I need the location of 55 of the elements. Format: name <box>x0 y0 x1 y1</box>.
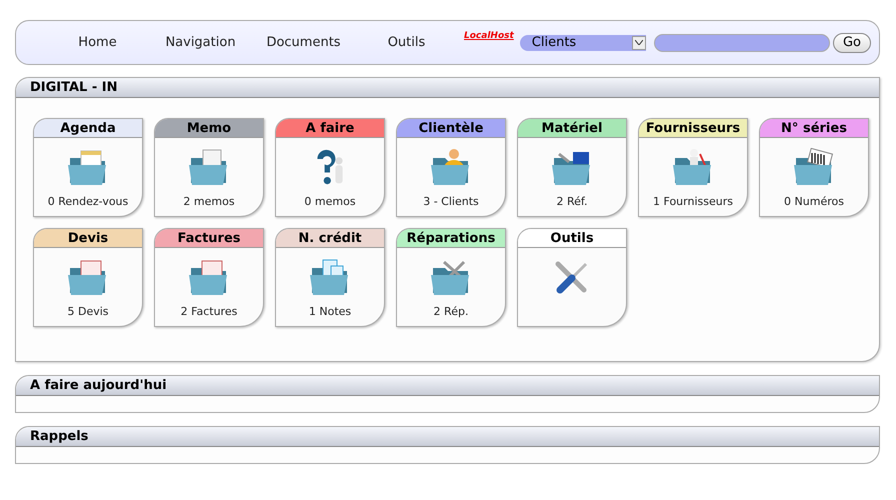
module-tile[interactable]: A faire 0 memos <box>275 118 385 217</box>
module-tile[interactable]: N. crédit 1 Notes <box>275 228 385 327</box>
module-tile[interactable]: Fournisseurs 1 Fournisseurs <box>638 118 748 217</box>
tile-title: Réparations <box>397 229 505 248</box>
category-select[interactable]: Clients <box>520 34 646 50</box>
tile-caption: 2 Rép. <box>434 304 468 320</box>
tile-title: Devis <box>34 229 142 248</box>
nav-link[interactable]: Documents <box>266 32 341 52</box>
module-tile[interactable]: N° séries 0 Numéros <box>759 118 869 217</box>
folder-icon <box>67 148 109 188</box>
tile-title: Agenda <box>34 119 142 138</box>
folder-icon <box>430 258 472 298</box>
tile-title: Memo <box>155 119 263 138</box>
tile-caption: 2 Factures <box>180 304 238 320</box>
tile-title: A faire <box>276 119 384 138</box>
tile-title: Matériel <box>518 119 626 138</box>
panel-header: A faire aujourd'hui <box>16 376 879 396</box>
folder-icon <box>672 148 714 188</box>
folder-icon <box>430 148 472 188</box>
module-tile[interactable]: Agenda 0 Rendez-vous <box>33 118 143 217</box>
go-button[interactable]: Go <box>832 32 871 52</box>
module-tile[interactable]: Réparations 2 Rép. <box>396 228 506 327</box>
folder-icon <box>67 258 109 298</box>
tile-title: Fournisseurs <box>639 119 747 138</box>
module-tile[interactable]: Devis 5 Devis <box>33 228 143 327</box>
tile-caption: 1 Fournisseurs <box>653 194 733 210</box>
folder-icon <box>188 258 230 298</box>
tile-caption: 2 memos <box>183 194 235 210</box>
tile-caption: 5 Devis <box>67 304 109 320</box>
tile-caption: 0 memos <box>304 194 356 210</box>
folder-icon <box>309 258 351 298</box>
module-tile[interactable]: Outils <box>517 228 627 327</box>
tile-title: Outils <box>518 229 626 248</box>
search-field[interactable] <box>654 34 830 52</box>
module-tile[interactable]: Memo 2 memos <box>154 118 264 217</box>
module-tile[interactable]: Factures 2 Factures <box>154 228 264 327</box>
tile-caption: 1 Notes <box>308 304 352 320</box>
tile-caption: 0 Numéros <box>784 194 844 210</box>
nav-link[interactable]: Outils <box>369 32 444 52</box>
tile-title: Clientèle <box>397 119 505 138</box>
tile-caption: 0 Rendez-vous <box>48 194 128 210</box>
tile-caption: 3 - Clients <box>423 194 479 210</box>
tile-title: N. crédit <box>276 229 384 248</box>
logo[interactable]: LocalHost <box>464 30 514 44</box>
module-tile[interactable]: Matériel 2 Réf. <box>517 118 627 217</box>
module-tile[interactable]: Clientèle 3 - Clients <box>396 118 506 217</box>
panel-header: DIGITAL - IN <box>16 78 879 98</box>
tile-title: N° séries <box>760 119 868 138</box>
folder-icon <box>793 148 835 188</box>
nav-link[interactable]: Home <box>60 32 135 52</box>
tile-title: Factures <box>155 229 263 248</box>
panel-header: Rappels <box>16 427 879 447</box>
nav-link[interactable]: Navigation <box>163 32 238 52</box>
folder-icon <box>188 148 230 188</box>
tile-caption: 2 Réf. <box>556 194 588 210</box>
